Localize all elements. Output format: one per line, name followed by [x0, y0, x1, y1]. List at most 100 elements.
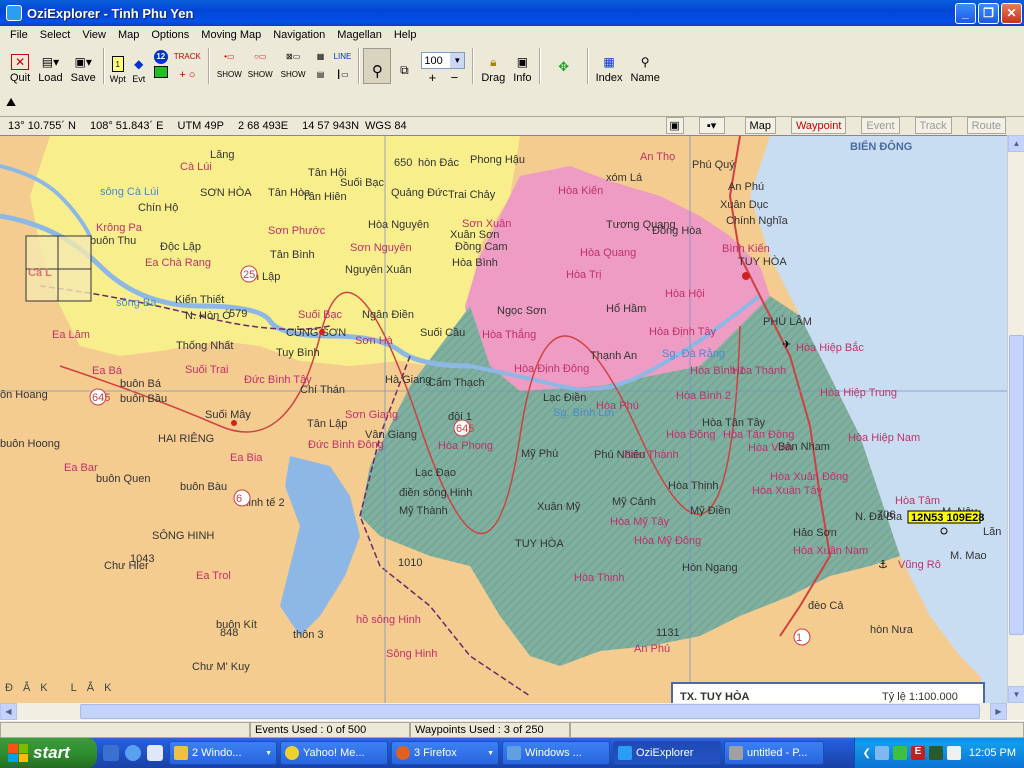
map-view[interactable]: Cà Lúi SƠN HÒA Chín Hộ Krông Pa buôn Thu Độc … [0, 135, 1007, 703]
city-marker-cung-son [319, 329, 325, 335]
scroll-left-icon[interactable]: ◀ [0, 703, 17, 720]
tray-e-icon[interactable]: E [910, 746, 925, 760]
load-button[interactable]: ▤▾ Load [34, 46, 66, 86]
minimize-button[interactable]: _ [955, 2, 976, 24]
show-events-icon[interactable]: ○▭ [248, 48, 273, 65]
menu-bar: File Select View Map Options Moving Map … [0, 26, 1024, 44]
close-button[interactable]: ✕ [1001, 2, 1022, 24]
scroll-down-icon[interactable]: ▼ [1008, 686, 1024, 703]
vertical-scrollbar[interactable]: ▲ ▼ [1007, 135, 1024, 703]
zoom-out-button[interactable]: − [451, 70, 459, 85]
menu-view[interactable]: View [76, 29, 112, 41]
save-button[interactable]: ▣▾ Save [67, 46, 100, 86]
grid-icon[interactable]: ▦ [314, 48, 328, 65]
menu-select[interactable]: Select [34, 29, 77, 41]
pan-button[interactable]: ✥ [544, 46, 584, 86]
track-add-icon[interactable]: + ○ [174, 66, 201, 83]
maximize-button[interactable]: ❐ [978, 2, 999, 24]
info-button[interactable]: ▣ Info [509, 46, 535, 86]
map-canvas[interactable]: Cà Lúi SƠN HÒA Chín Hộ Krông Pabuôn Thu Độc … [0, 136, 1007, 703]
place-label: HAI RIÊNG [158, 432, 214, 445]
marker-icon[interactable]: ▤ [314, 66, 328, 83]
tab-route[interactable]: Route [966, 117, 1006, 134]
network-icon[interactable] [874, 746, 889, 760]
quit-button[interactable]: ✕ Quit [6, 46, 34, 86]
map-image-icon[interactable]: ▣ [665, 117, 684, 134]
province-label: ĐẮK LẮK [5, 681, 121, 694]
elevation-label: 650 [394, 157, 412, 169]
line-button[interactable]: LINE [334, 48, 352, 65]
tab-event[interactable]: Event [861, 117, 900, 134]
save-dropdown-icon[interactable]: ▪▾ [698, 117, 725, 134]
ie-icon[interactable] [125, 745, 141, 761]
tray-expand-icon[interactable]: ❮ [863, 748, 871, 759]
place-label: Hòa Xuân Đông [770, 471, 848, 483]
ruler-icon[interactable]: ┃▭ [334, 66, 352, 83]
menu-magellan[interactable]: Magellan [331, 29, 388, 41]
tray-tool-icon[interactable] [928, 746, 943, 760]
menu-help[interactable]: Help [388, 29, 423, 41]
index-button[interactable]: ▦ Index [592, 46, 627, 86]
vertical-scroll-thumb[interactable] [1009, 335, 1024, 635]
tab-waypoint[interactable]: Waypoint [790, 117, 847, 134]
track-color-icon[interactable] [153, 66, 168, 78]
menu-options[interactable]: Options [145, 29, 195, 41]
task-firefox[interactable]: 3 Firefox ▼ [391, 741, 499, 765]
place-label: Hòa Mỹ Tây [610, 516, 670, 528]
place-label: Hòa Nguyên [368, 219, 429, 231]
tray-app-icon[interactable] [892, 746, 907, 760]
drag-button[interactable]: 🔒︎ Drag [477, 46, 509, 86]
desktop-icon[interactable] [147, 745, 163, 761]
show-waypoints-icon[interactable]: •▭ [217, 48, 242, 65]
scroll-up-icon[interactable]: ▲ [1008, 135, 1024, 152]
wpt-button[interactable]: 1 Wpt [108, 46, 128, 86]
name-button[interactable]: ⚲ Name [626, 46, 663, 86]
show-all-button[interactable]: SHOW [281, 66, 306, 83]
show-route-button[interactable]: SHOW [248, 66, 273, 83]
task-oziexplorer[interactable]: OziExplorer [613, 741, 721, 765]
show-names-icon[interactable]: ⊠▭ [281, 48, 306, 65]
elevation-label: 848 [220, 627, 238, 639]
map-tool-icon[interactable]: ⛰︎ [6, 95, 22, 109]
task-windows[interactable]: Windows ... [502, 741, 610, 765]
explorer-icon[interactable] [103, 745, 119, 761]
wp-count-button[interactable]: 12 [153, 48, 168, 65]
place-label: PHÚ LÂM [763, 315, 812, 328]
place-label: Mỹ Cảnh [612, 496, 656, 508]
tray-lock-icon[interactable] [946, 746, 961, 760]
horizontal-scrollbar[interactable]: ◀ ▶ [0, 703, 1024, 720]
menu-map[interactable]: Map [112, 29, 145, 41]
place-label: Đức Bình Đông [308, 439, 384, 451]
menu-file[interactable]: File [4, 29, 34, 41]
name-search-icon: ⚲ [640, 55, 650, 69]
task-windows-explorer[interactable]: 2 Windo... ▼ [169, 741, 277, 765]
horizontal-scroll-thumb[interactable] [80, 704, 980, 719]
menu-navigation[interactable]: Navigation [267, 29, 331, 41]
task-yahoo-messenger[interactable]: Yahoo! Me... [280, 741, 388, 765]
utm-zone: UTM 49P [177, 119, 224, 132]
zoom-select[interactable]: 100 ▼ [421, 52, 466, 69]
start-button[interactable]: start [0, 738, 97, 768]
zoom-tool-button[interactable]: ⚲ [363, 48, 392, 84]
place-label: N. Hòn Ó [185, 309, 231, 322]
track-button[interactable]: TRACK [174, 48, 201, 65]
zoom-in-button[interactable]: + [429, 70, 437, 85]
title-bar[interactable]: OziExplorer - Tinh Phu Yen _ ❐ ✕ [0, 0, 1024, 26]
window-tool-button[interactable]: ⧉ [391, 46, 417, 82]
place-label: hòn Đác [418, 157, 459, 169]
place-label: Hòa Hiệp Trung [820, 387, 897, 399]
tab-track[interactable]: Track [914, 117, 952, 134]
tab-map[interactable]: Map [744, 117, 776, 134]
task-paint[interactable]: untitled - P... [724, 741, 824, 765]
place-label: TUY HÒA [515, 537, 564, 550]
place-label: Hòa Định Đông [514, 363, 589, 375]
menu-moving-map[interactable]: Moving Map [195, 29, 267, 41]
show-track-button[interactable]: SHOW [217, 66, 242, 83]
place-label: Mỹ Phú [521, 448, 558, 460]
waypoint-label[interactable]: 12N53 109E28 [911, 512, 984, 524]
place-label: Hòa Xuân Nam [793, 545, 868, 557]
place-label: Hòa Trị [566, 269, 601, 281]
folder-icon [174, 746, 188, 760]
evt-button[interactable]: ◆ Evt [128, 46, 150, 86]
scroll-right-icon[interactable]: ▶ [990, 703, 1007, 720]
